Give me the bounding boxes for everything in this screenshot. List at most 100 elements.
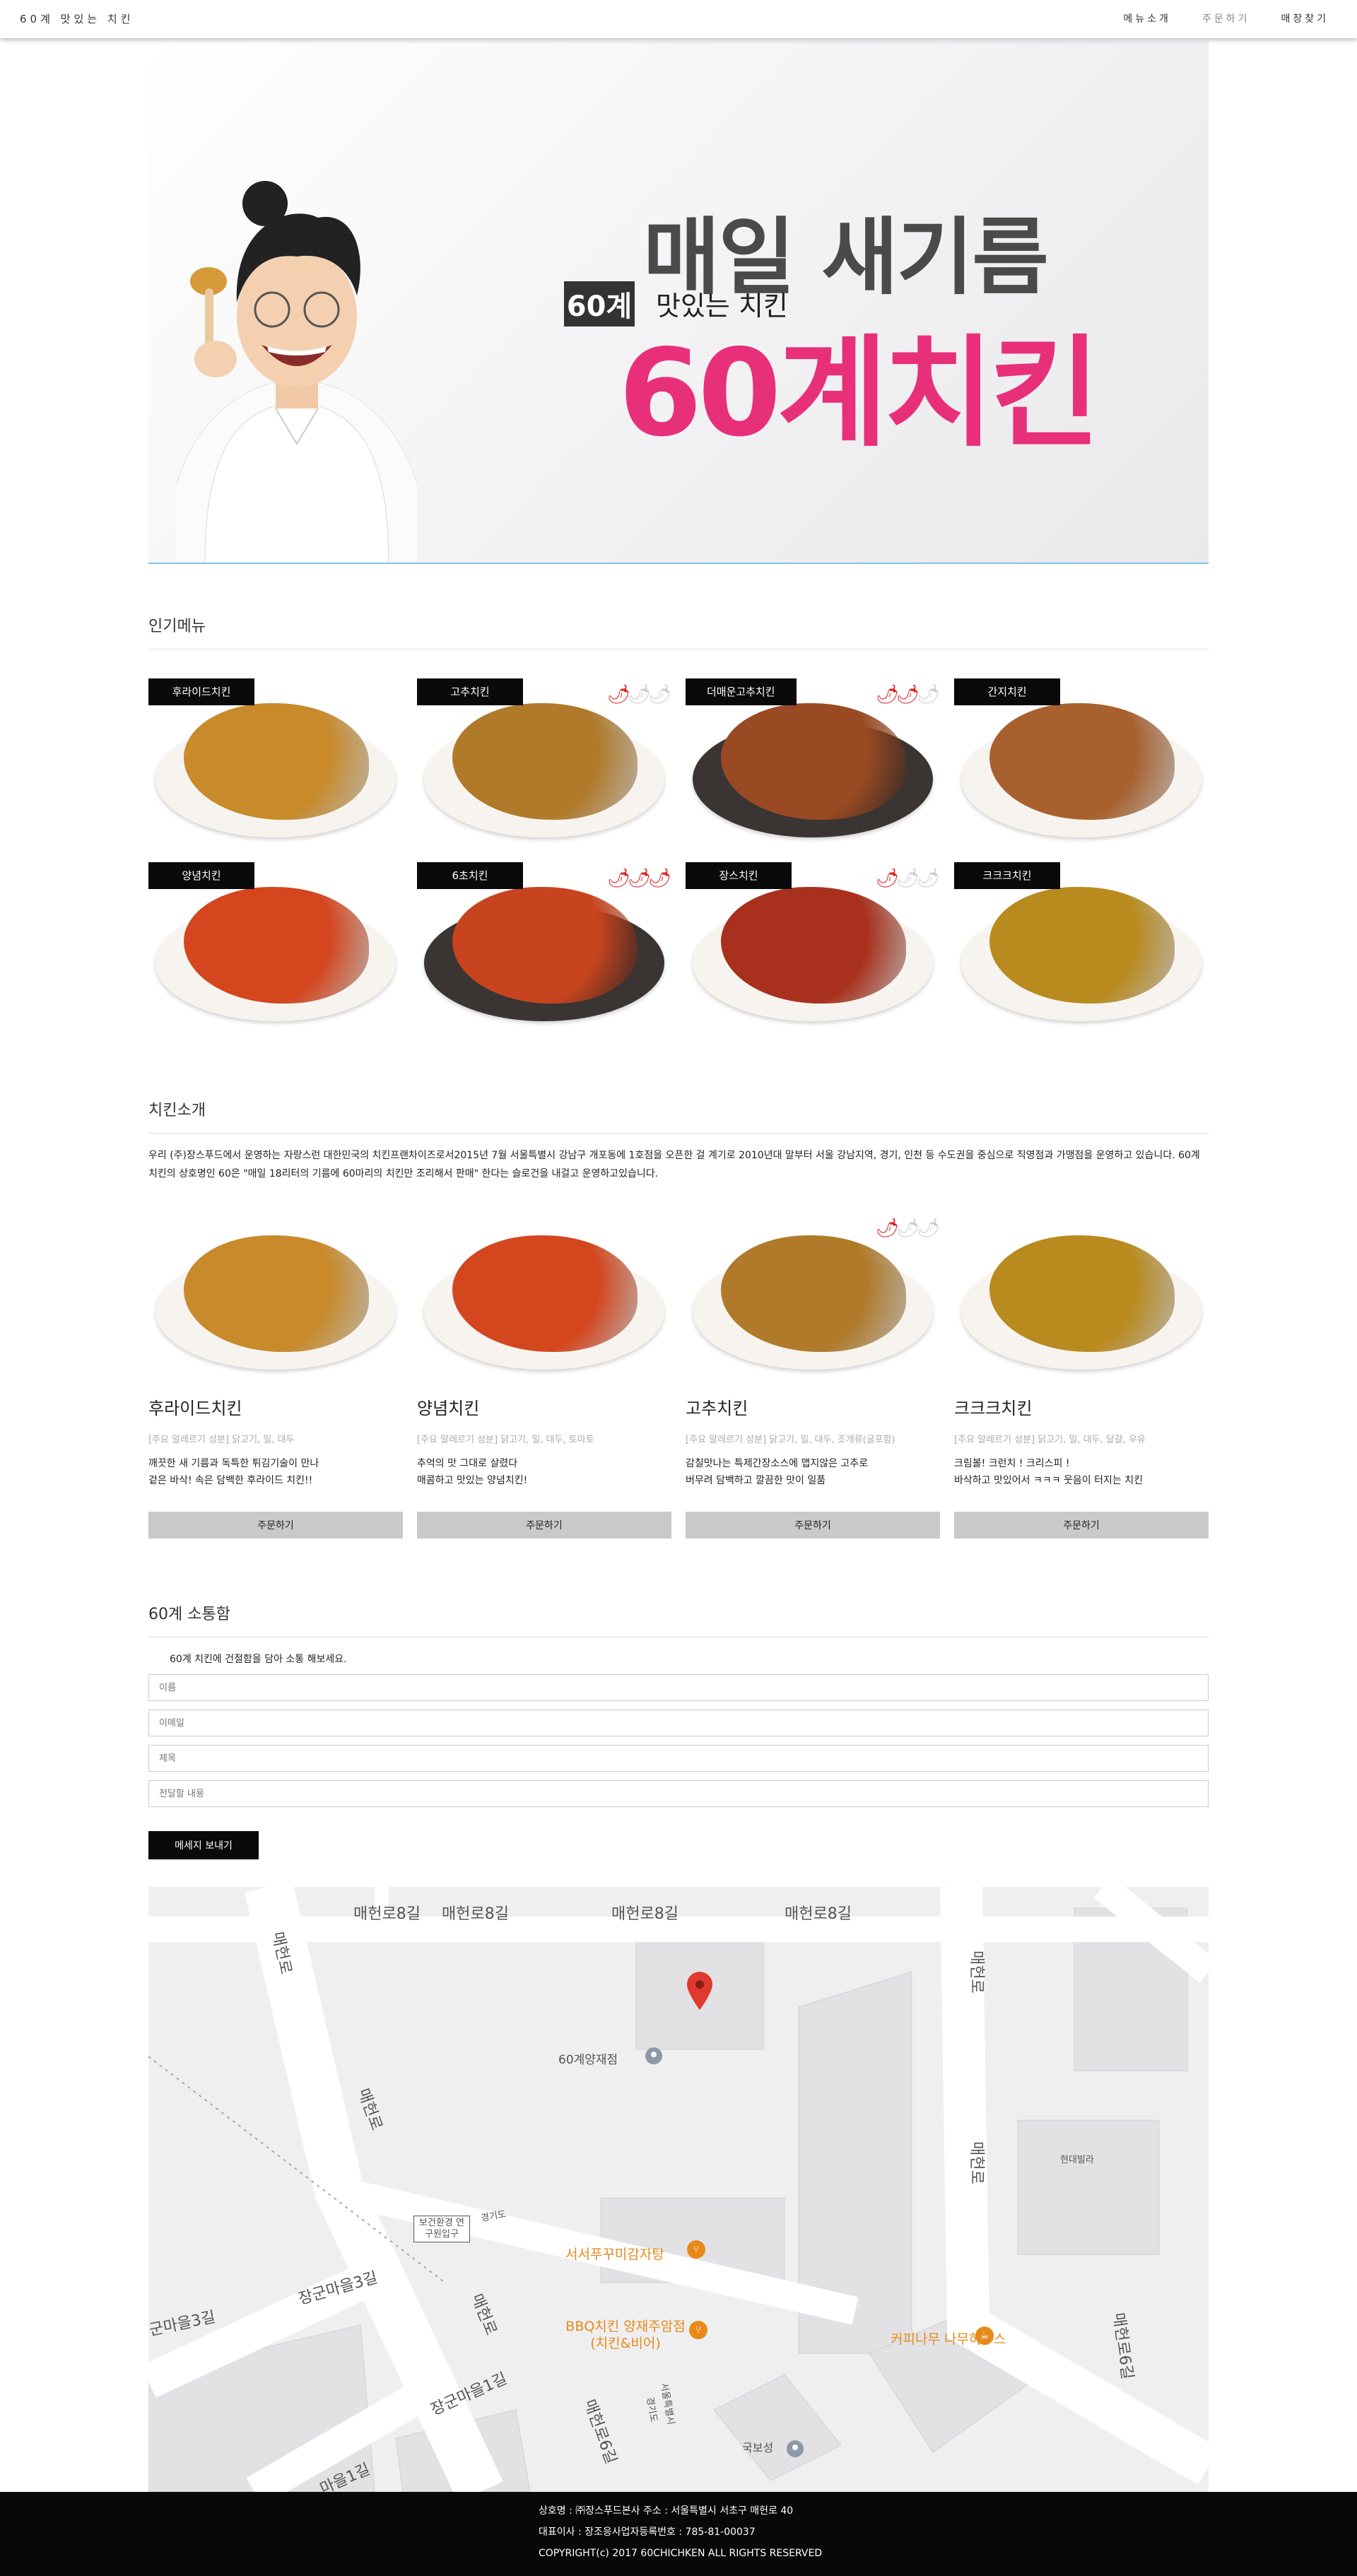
footer: 상호명 : ㈜장스푸드본사 주소 : 서울특별시 서초구 매헌로 40 대표이사… bbox=[0, 2492, 1357, 2576]
dish-allergens: [주요 알레르기 성분] 닭고기, 밀, 대두 bbox=[148, 1435, 295, 1445]
dish-desc-line: 감칠맛나는 특제간장소스에 맵지않은 고추로 bbox=[686, 1458, 869, 1469]
dish-desc-line: 추억의 맛 그대로 살렸다 bbox=[417, 1458, 518, 1469]
map-label: 매헌로8길 bbox=[442, 1905, 509, 1923]
dish-card: 크크크치킨 [주요 알레르기 성분] 닭고기, 밀, 대두, 달걀, 우유크림볼!… bbox=[954, 1218, 1209, 1539]
map-label: 국보성 bbox=[742, 2441, 774, 2454]
hero-big-title: 60계치킨 bbox=[618, 324, 1100, 464]
map-label: 매헌로 bbox=[968, 1951, 985, 1994]
hero-banner: 매일 새기름 60계 맛있는 치킨 60계치킨 bbox=[148, 41, 1209, 564]
menu-card[interactable]: 장스치킨 🌶🌶🌶 bbox=[686, 862, 940, 1032]
map-pin-icon[interactable] bbox=[686, 1972, 714, 2011]
menu-card[interactable]: 크크크치킨 bbox=[954, 862, 1209, 1032]
restaurant-icon: ⑂ bbox=[689, 2321, 707, 2339]
pepper-icon: 🌶 bbox=[895, 868, 920, 889]
dish-description: 추억의 맛 그대로 살렸다 매콤하고 맛있는 양념치킨! bbox=[417, 1455, 671, 1498]
spice-level: 🌶🌶🌶 bbox=[875, 868, 940, 889]
nav-order[interactable]: 주문하기 bbox=[1202, 11, 1250, 25]
menu-label: 더매운고추치킨 bbox=[686, 678, 797, 705]
pepper-icon: 🌶 bbox=[895, 684, 920, 705]
contact-note: 60계 치킨에 건절함을 담아 소통 해보세요. bbox=[170, 1654, 347, 1665]
section-title: 60계 소통함 bbox=[148, 1601, 1209, 1637]
dish-list: 후라이드치킨 [주요 알레르기 성분] 닭고기, 밀, 대두깨끗한 새 기름과 독… bbox=[148, 1218, 1209, 1571]
menu-card[interactable]: 양념치킨 bbox=[148, 862, 403, 1032]
dish-name: 후라이드치킨 bbox=[148, 1399, 242, 1418]
footer-copyright: COPYRIGHT(c) 2017 60CHICHKEN ALL RIGHTS … bbox=[539, 2548, 823, 2559]
map-label: 60계양재점 bbox=[558, 2053, 618, 2067]
dish-image bbox=[954, 1218, 1209, 1373]
menu-label: 간지치킨 bbox=[954, 678, 1060, 705]
dish-image: 🌶🌶🌶 bbox=[686, 1218, 940, 1373]
dish-desc-line: 깨끗한 새 기름과 독특한 튀김기술이 만나 bbox=[148, 1458, 319, 1469]
pepper-icon: 🌶 bbox=[647, 868, 671, 889]
pepper-icon: 🌶 bbox=[895, 1218, 920, 1239]
pepper-icon: 🌶 bbox=[875, 868, 899, 889]
menu-label: 크크크치킨 bbox=[954, 862, 1060, 889]
dish-image bbox=[148, 1218, 403, 1373]
pepper-icon: 🌶 bbox=[875, 684, 899, 705]
spice-level: 🌶🌶🌶 bbox=[606, 684, 671, 705]
spice-level: 🌶🌶🌶 bbox=[876, 1218, 940, 1239]
restaurant-icon: ⑂ bbox=[687, 2240, 705, 2259]
store-map[interactable]: 매헌로8길 매헌로8길 매헌로8길 매헌로8길 매헌로 매헌로 매헌로 매헌로 … bbox=[148, 1887, 1209, 2492]
hero-person-illustration bbox=[177, 181, 417, 563]
map-label: 보건환경 연구원입구 bbox=[413, 2216, 470, 2242]
dish-desc-line: 크림볼! 크런치 ! 크리스피 ! bbox=[954, 1458, 1070, 1469]
top-navbar: 60계 맛있는 치킨 메뉴소개 주문하기 매장찾기 bbox=[0, 0, 1357, 38]
pepper-icon: 🌶 bbox=[916, 684, 940, 705]
main-nav: 메뉴소개 주문하기 매장찾기 bbox=[1123, 11, 1329, 25]
map-place-label: 서서푸꾸미감자탕 bbox=[565, 2247, 664, 2262]
map-label: 매헌로8길 bbox=[353, 1905, 421, 1923]
dish-description: 크림볼! 크런치 ! 크리스피 ! 바삭하고 맛있어서 ㅋㅋㅋ 웃음이 터지는 치… bbox=[954, 1455, 1209, 1498]
intro-paragraph: 우리 (주)장스푸드에서 운영하는 자랑스런 대한민국의 치킨프랜차이즈로서20… bbox=[148, 1150, 1200, 1180]
menu-card[interactable]: 고추치킨 🌶🌶🌶 bbox=[417, 678, 671, 848]
pepper-icon: 🌶 bbox=[606, 684, 630, 705]
order-button[interactable]: 주문하기 bbox=[686, 1512, 940, 1539]
map-background bbox=[148, 1887, 1209, 2492]
menu-card[interactable]: 6초치킨 🌶🌶🌶 bbox=[417, 862, 671, 1032]
dish-allergens: [주요 알레르기 성분] 닭고기, 밀, 대두, 달걀, 우유 bbox=[954, 1435, 1146, 1445]
cafe-icon: ☕ bbox=[975, 2327, 994, 2345]
dish-card: 양념치킨 [주요 알레르기 성분] 닭고기, 밀, 대두, 토마토 추억의 맛 그대… bbox=[417, 1218, 671, 1539]
dish-name: 크크크치킨 bbox=[954, 1399, 1033, 1418]
popular-menu-grid: 후라이드치킨 고추치킨 🌶🌶🌶 더매운고추치킨 🌶🌶🌶 간지치킨 양념치킨 6초치킨 🌶🌶🌶 장스… bbox=[148, 678, 1209, 1046]
menu-card[interactable]: 후라이드치킨 bbox=[148, 678, 403, 848]
message-field[interactable] bbox=[148, 1780, 1209, 1807]
dish-card: 🌶🌶🌶 고추치킨 [주요 알레르기 성분] 닭고기, 밀, 대두, 조개류(굴포함)… bbox=[686, 1218, 940, 1539]
pepper-icon: 🌶 bbox=[606, 868, 630, 889]
footer-ceo: 대표이사 : 장조응사업자등록번호 : 785-81-00037 bbox=[539, 2527, 756, 2538]
menu-label: 6초치킨 bbox=[417, 862, 523, 889]
dish-card: 후라이드치킨 [주요 알레르기 성분] 닭고기, 밀, 대두깨끗한 새 기름과 독… bbox=[148, 1218, 403, 1539]
dish-description: 깨끗한 새 기름과 독특한 튀김기술이 만나겉은 바삭! 속은 담백한 후라이드… bbox=[148, 1455, 403, 1498]
pepper-icon: 🌶 bbox=[627, 868, 651, 889]
dish-desc-line: 버무려 담백하고 깔끔한 맛이 일품 bbox=[686, 1475, 826, 1486]
map-label: 매헌로 bbox=[968, 2141, 985, 2184]
menu-card[interactable]: 더매운고추치킨 🌶🌶🌶 bbox=[686, 678, 940, 848]
map-place-label: BBQ치킨 양재주암점 (치킨&비어) bbox=[565, 2319, 686, 2351]
nav-store-finder[interactable]: 매장찾기 bbox=[1281, 11, 1329, 25]
menu-label: 후라이드치킨 bbox=[148, 678, 254, 705]
contact-section: 60계 소통함 60계 치킨에 건절함을 담아 소통 해보세요. 메세지 보내기 bbox=[148, 1601, 1209, 1859]
pepper-icon: 🌶 bbox=[916, 1218, 940, 1239]
order-button[interactable]: 주문하기 bbox=[148, 1512, 403, 1539]
chicken-intro-section: 치킨소개 우리 (주)장스푸드에서 운영하는 자랑스런 대한민국의 치킨프랜차이… bbox=[148, 1098, 1209, 1539]
email-field[interactable] bbox=[148, 1710, 1209, 1736]
menu-card[interactable]: 간지치킨 bbox=[954, 678, 1209, 848]
pepper-icon: 🌶 bbox=[916, 868, 940, 889]
dish-desc-line: 겉은 바삭! 속은 담백한 후라이드 치킨!! bbox=[148, 1475, 313, 1486]
order-button[interactable]: 주문하기 bbox=[954, 1512, 1209, 1539]
pepper-icon: 🌶 bbox=[647, 684, 671, 705]
nav-menu-intro[interactable]: 메뉴소개 bbox=[1123, 11, 1171, 25]
spice-level: 🌶🌶🌶 bbox=[875, 684, 940, 705]
site-brand[interactable]: 60계 맛있는 치킨 bbox=[20, 11, 134, 26]
dish-image bbox=[417, 1218, 671, 1373]
order-button[interactable]: 주문하기 bbox=[417, 1512, 671, 1539]
popular-menu-section: 인기메뉴 후라이드치킨 고추치킨 🌶🌶🌶 더매운고추치킨 🌶🌶🌶 간지치킨 양념치킨 6초치킨… bbox=[148, 613, 1209, 1021]
name-field[interactable] bbox=[148, 1674, 1209, 1701]
dish-desc-line: 바삭하고 맛있어서 ㅋㅋㅋ 웃음이 터지는 치킨 bbox=[954, 1475, 1143, 1486]
pepper-icon: 🌶 bbox=[627, 684, 651, 705]
subject-field[interactable] bbox=[148, 1745, 1209, 1772]
send-message-button[interactable]: 메세지 보내기 bbox=[148, 1831, 259, 1859]
dish-allergens: [주요 알레르기 성분] 닭고기, 밀, 대두, 조개류(굴포함) bbox=[686, 1435, 895, 1445]
section-title: 인기메뉴 bbox=[148, 613, 1209, 649]
map-place-icon bbox=[787, 2440, 804, 2457]
